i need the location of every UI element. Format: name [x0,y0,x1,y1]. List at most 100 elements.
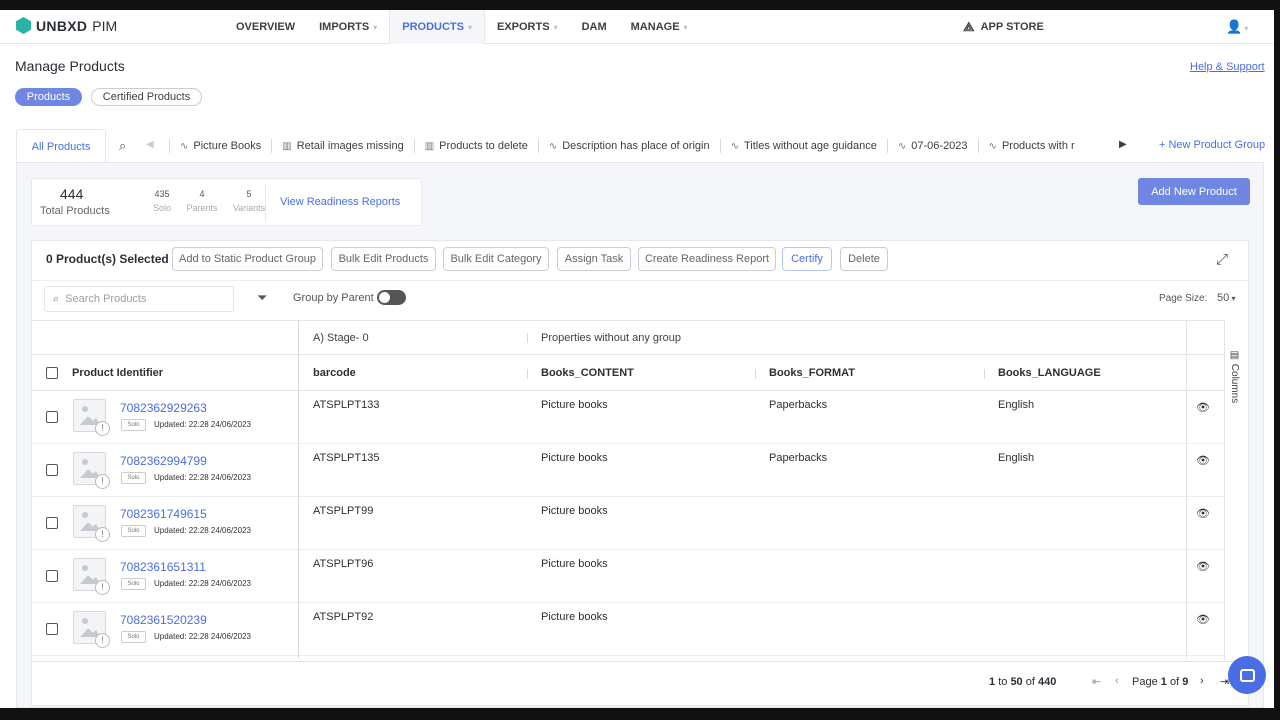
frame-right [1274,0,1280,720]
help-support-link[interactable]: Help & Support [1190,61,1265,73]
nav-item-overview[interactable]: OVERVIEW [224,10,307,44]
bulk-edit-products-button[interactable]: Bulk Edit Products [331,247,436,271]
tab-product-group[interactable]: ▥ Products to delete [413,139,538,153]
product-id-link[interactable]: 7082361749615 [120,507,207,521]
cell-barcode: ATSPLPT133 [313,399,380,411]
eye-icon[interactable]: 👁 [1196,507,1210,520]
nav-item-dam[interactable]: DAM [570,10,619,44]
selected-count: 0 Product(s) Selected [46,252,169,266]
column-books-language[interactable]: Books_LANGUAGE [998,367,1101,379]
row-checkbox[interactable] [46,411,58,423]
nav-item-exports[interactable]: EXPORTS ▾ [485,10,570,44]
scroll-right-icon[interactable]: ▶ [1119,139,1127,150]
product-id-link[interactable]: 7082361651311 [120,560,206,574]
assign-task-button[interactable]: Assign Task [557,247,631,271]
image-placeholder-icon [82,618,88,624]
prev-page-icon[interactable]: ‹ [1115,675,1119,687]
total-products-label: Total Products [40,205,110,217]
divider [265,185,266,221]
certify-button[interactable]: Certify [782,247,832,271]
product-id-link[interactable]: 7082361520239 [120,613,207,627]
pulse-icon: ∿ [180,140,189,152]
chat-icon [1239,668,1255,682]
tab-product-group[interactable]: ∿ 07-06-2023 [886,139,978,153]
tab-label: Retail images missing [296,140,404,152]
table-row[interactable]: ! 7082361749615 Solo Updated: 22:28 24/06/2… [32,497,1224,550]
bulk-edit-category-button[interactable]: Bulk Edit Category [443,247,549,271]
first-page-icon[interactable]: ⇤ [1092,675,1101,688]
cell-content: Picture books [541,399,608,411]
new-product-group-link[interactable]: + New Product Group [1159,139,1265,151]
view-readiness-reports-link[interactable]: View Readiness Reports [280,196,400,208]
cell-language: English [998,399,1035,411]
actions-column-divider [1186,320,1187,658]
logo[interactable]: UNBXD PIM [16,17,117,34]
user-menu-icon[interactable]: 👤 ▾ [1226,19,1248,35]
page-size-select[interactable]: 50 ▾ [1217,292,1236,304]
product-id-link[interactable]: 7082362929263 [120,401,207,415]
search-icon: ⌕ [53,292,60,305]
row-checkbox[interactable] [46,464,58,476]
nav-item-products[interactable]: PRODUCTS ▾ [389,10,485,44]
stat-solo: 435 Solo [142,189,182,213]
cell-content: Picture books [541,558,608,570]
create-readiness-report-button[interactable]: Create Readiness Report [638,247,776,271]
products-pill[interactable]: Products [15,88,82,106]
eye-icon[interactable]: 👁 [1196,613,1210,626]
tab-label: Titles without age guidance [743,140,877,152]
solo-badge: Solo [121,525,146,537]
certified-products-pill[interactable]: Certified Products [91,88,202,106]
app-store-icon: ⟁ [963,19,975,34]
row-checkbox[interactable] [46,517,58,529]
group-by-parent-toggle[interactable] [377,290,406,305]
select-all-checkbox[interactable] [46,367,58,379]
scroll-left-icon[interactable]: ◀ [146,139,154,150]
pagination-range: 1 to 50 of 440 [989,676,1057,688]
page-indicator: Page 1 of 9 [1132,676,1189,688]
table-row[interactable]: ! 7082361520239 Solo Updated: 22:28 24/06/2… [32,603,1224,656]
search-products-input[interactable]: ⌕ Search Products [44,286,234,312]
expand-icon[interactable]: ⤢ [1216,251,1228,268]
eye-icon[interactable]: 👁 [1196,560,1210,573]
product-group-tabs: All Products ⌕ ◀ ∿ Picture Books ▥ Retail i… [16,129,1268,163]
search-icon[interactable]: ⌕ [119,138,126,154]
cell-content: Picture books [541,452,608,464]
tab-product-group[interactable]: ∿ Description has place of origin [537,139,720,153]
tab-product-group[interactable]: ∿ Picture Books [169,139,271,153]
tab-product-group[interactable]: ▥ Retail images missing [271,139,413,153]
column-product-identifier[interactable]: Product Identifier [72,367,163,379]
chevron-down-icon: ▾ [467,22,472,32]
eye-icon[interactable]: 👁 [1196,401,1210,414]
add-new-product-button[interactable]: Add New Product [1138,178,1250,205]
top-nav: UNBXD PIM OVERVIEW IMPORTS ▾ PRODUCTS ▾ EXPOR… [0,10,1274,44]
table-row[interactable]: ! 7082362994799 Solo Updated: 22:28 24/06/2… [32,444,1224,497]
group-header-row: A) Stage- 0 Properties without any group [32,320,1224,355]
tab-all-products[interactable]: All Products [16,129,106,163]
row-checkbox[interactable] [46,570,58,582]
row-checkbox[interactable] [46,623,58,635]
warning-icon: ! [95,474,110,489]
product-id-link[interactable]: 7082362994799 [120,454,207,468]
table-row[interactable]: ! 7082361651311 Solo Updated: 22:28 24/06/2… [32,550,1224,603]
tab-product-group[interactable]: ∿ Products with r [977,139,1085,153]
column-barcode[interactable]: barcode [313,367,356,379]
app-store-button[interactable]: ⟁ APP STORE [963,19,1044,35]
columns-panel-toggle[interactable]: ▤ Columns [1224,320,1248,660]
nav-item-manage[interactable]: MANAGE ▾ [619,10,700,44]
total-products-count: 444 [60,186,84,202]
next-page-icon[interactable]: › [1200,675,1204,687]
tab-product-group[interactable]: ∿ Titles without age guidance [719,139,887,153]
cell-barcode: ATSPLPT96 [313,558,374,570]
delete-button[interactable]: Delete [840,247,888,271]
column-books-format[interactable]: Books_FORMAT [769,367,855,379]
eye-icon[interactable]: 👁 [1196,454,1210,467]
column-books-content[interactable]: Books_CONTENT [541,367,634,379]
nav-item-imports[interactable]: IMPORTS ▾ [307,10,389,44]
table-row[interactable]: ! 7082362929263 Solo Updated: 22:28 24/06/2… [32,391,1224,444]
image-placeholder-icon [82,459,88,465]
chat-launcher-button[interactable] [1228,656,1266,694]
nav-item-label: EXPORTS [496,21,550,33]
parents-label: Parents [186,203,218,213]
filter-icon[interactable]: ⏷ [257,290,267,306]
add-to-static-product-group-button[interactable]: Add to Static Product Group [172,247,323,271]
